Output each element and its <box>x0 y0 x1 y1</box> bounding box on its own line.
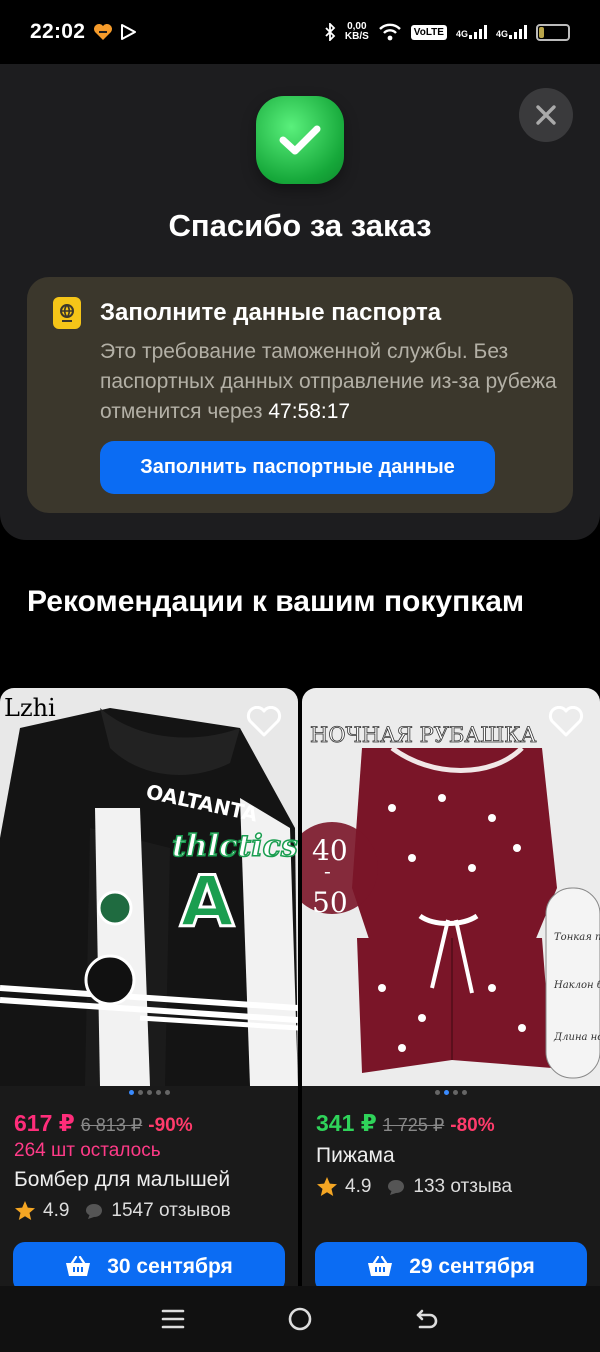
svg-text:-: - <box>324 859 331 883</box>
svg-text:Тонкая талия: Тонкая талия <box>554 932 600 943</box>
status-bar: 22:02 0,00 KB/S VoLTE 4G 4G 17 <box>0 0 600 64</box>
star-icon <box>317 1177 337 1196</box>
add-to-cart-button[interactable]: 30 сентября <box>13 1242 285 1286</box>
clock: 22:02 <box>30 20 86 43</box>
cancel-timer: 47:58:17 <box>268 400 351 423</box>
close-button[interactable] <box>519 88 573 142</box>
svg-text:thlctics: thlctics <box>172 829 298 864</box>
fill-passport-button[interactable]: Заполнить паспортные данные <box>100 441 495 494</box>
favorite-button[interactable] <box>244 702 284 742</box>
bluetooth-icon <box>325 23 336 41</box>
favorite-button[interactable] <box>546 702 586 742</box>
price-row: 341 ₽ 1 725 ₽ -80% <box>316 1110 495 1137</box>
close-icon <box>536 105 556 125</box>
product-card-bomber[interactable]: thlctics A OALTANTA Lzhi 617 ₽ 6 813 ₽ -… <box>0 688 298 1286</box>
sim2-signal: 4G <box>496 25 527 39</box>
rating-row: 4.9 133 отзыва <box>316 1176 512 1198</box>
old-price: 6 813 ₽ <box>80 1115 143 1135</box>
back-button[interactable] <box>407 1299 447 1339</box>
success-badge <box>256 96 344 184</box>
discount: -80% <box>450 1115 495 1136</box>
discount: -90% <box>148 1115 193 1136</box>
image-pagination <box>0 1090 298 1095</box>
delivery-date: 30 сентября <box>107 1255 233 1278</box>
battery-icon: 17 <box>536 23 570 41</box>
passport-icon <box>53 297 81 329</box>
menu-button[interactable] <box>153 1299 193 1339</box>
heart-icon <box>246 706 282 737</box>
heart-notification-icon <box>94 24 113 40</box>
product-card-pajama[interactable]: 40 - 50 НОЧНАЯ РУБАШКА Тонкая талия Накл… <box>302 688 600 1286</box>
order-confirmation-panel: Спасибо за заказ Заполните данные паспор… <box>0 64 600 540</box>
passport-card: Заполните данные паспорта Это требование… <box>27 277 573 513</box>
rating-row: 4.9 1547 отзывов <box>14 1200 231 1222</box>
play-notification-icon <box>121 24 137 40</box>
stock-left: 264 шт осталось <box>14 1140 161 1161</box>
add-to-cart-button[interactable]: 29 сентября <box>315 1242 587 1286</box>
basket-icon <box>368 1256 393 1276</box>
product-name[interactable]: Пижама <box>316 1144 395 1168</box>
old-price: 1 725 ₽ <box>382 1115 445 1135</box>
volte-badge: VoLTE <box>410 24 447 40</box>
price: 341 ₽ <box>316 1110 377 1136</box>
home-button[interactable] <box>280 1299 320 1339</box>
basket-icon <box>66 1256 91 1276</box>
product-image-pajama[interactable]: 40 - 50 НОЧНАЯ РУБАШКА Тонкая талия Накл… <box>302 688 600 1086</box>
rating-value: 4.9 <box>345 1176 372 1197</box>
svg-text:НОЧНАЯ РУБАШКА: НОЧНАЯ РУБАШКА <box>310 723 536 747</box>
passport-description: Это требование таможенной службы. Без па… <box>100 340 557 423</box>
wifi-icon <box>378 23 401 41</box>
reviews-count: 133 отзыва <box>413 1176 513 1197</box>
star-icon <box>15 1201 35 1220</box>
svg-text:Наклон бедер: Наклон бедер <box>553 980 600 991</box>
system-nav-bar <box>0 1286 600 1352</box>
rating-value: 4.9 <box>43 1200 70 1221</box>
comment-icon <box>86 1204 103 1219</box>
price: 617 ₽ <box>14 1110 75 1136</box>
check-icon <box>279 125 321 155</box>
home-circle-icon <box>288 1307 312 1331</box>
reviews-count: 1547 отзывов <box>111 1200 231 1221</box>
heart-icon <box>548 706 584 737</box>
svg-text:Lzhi: Lzhi <box>4 694 56 722</box>
recommendations-title: Рекомендации к вашим покупкам <box>27 585 525 618</box>
network-speed: 0,00 KB/S <box>344 21 369 42</box>
sim1-signal: 4G <box>456 25 487 39</box>
svg-text:50: 50 <box>312 886 348 919</box>
page-title: Спасибо за заказ <box>168 208 432 243</box>
svg-text:A: A <box>180 861 234 943</box>
price-row: 617 ₽ 6 813 ₽ -90% <box>14 1110 193 1137</box>
back-icon <box>416 1309 437 1329</box>
comment-icon <box>388 1180 405 1195</box>
delivery-date: 29 сентября <box>409 1255 535 1278</box>
product-name[interactable]: Бомбер для малышей <box>14 1168 230 1192</box>
svg-text:Длина ноги: Длина ноги <box>553 1032 600 1043</box>
image-pagination <box>302 1090 600 1095</box>
product-image-bomber[interactable]: thlctics A OALTANTA Lzhi <box>0 688 298 1086</box>
menu-icon <box>162 1309 185 1329</box>
passport-title: Заполните данные паспорта <box>100 299 442 326</box>
